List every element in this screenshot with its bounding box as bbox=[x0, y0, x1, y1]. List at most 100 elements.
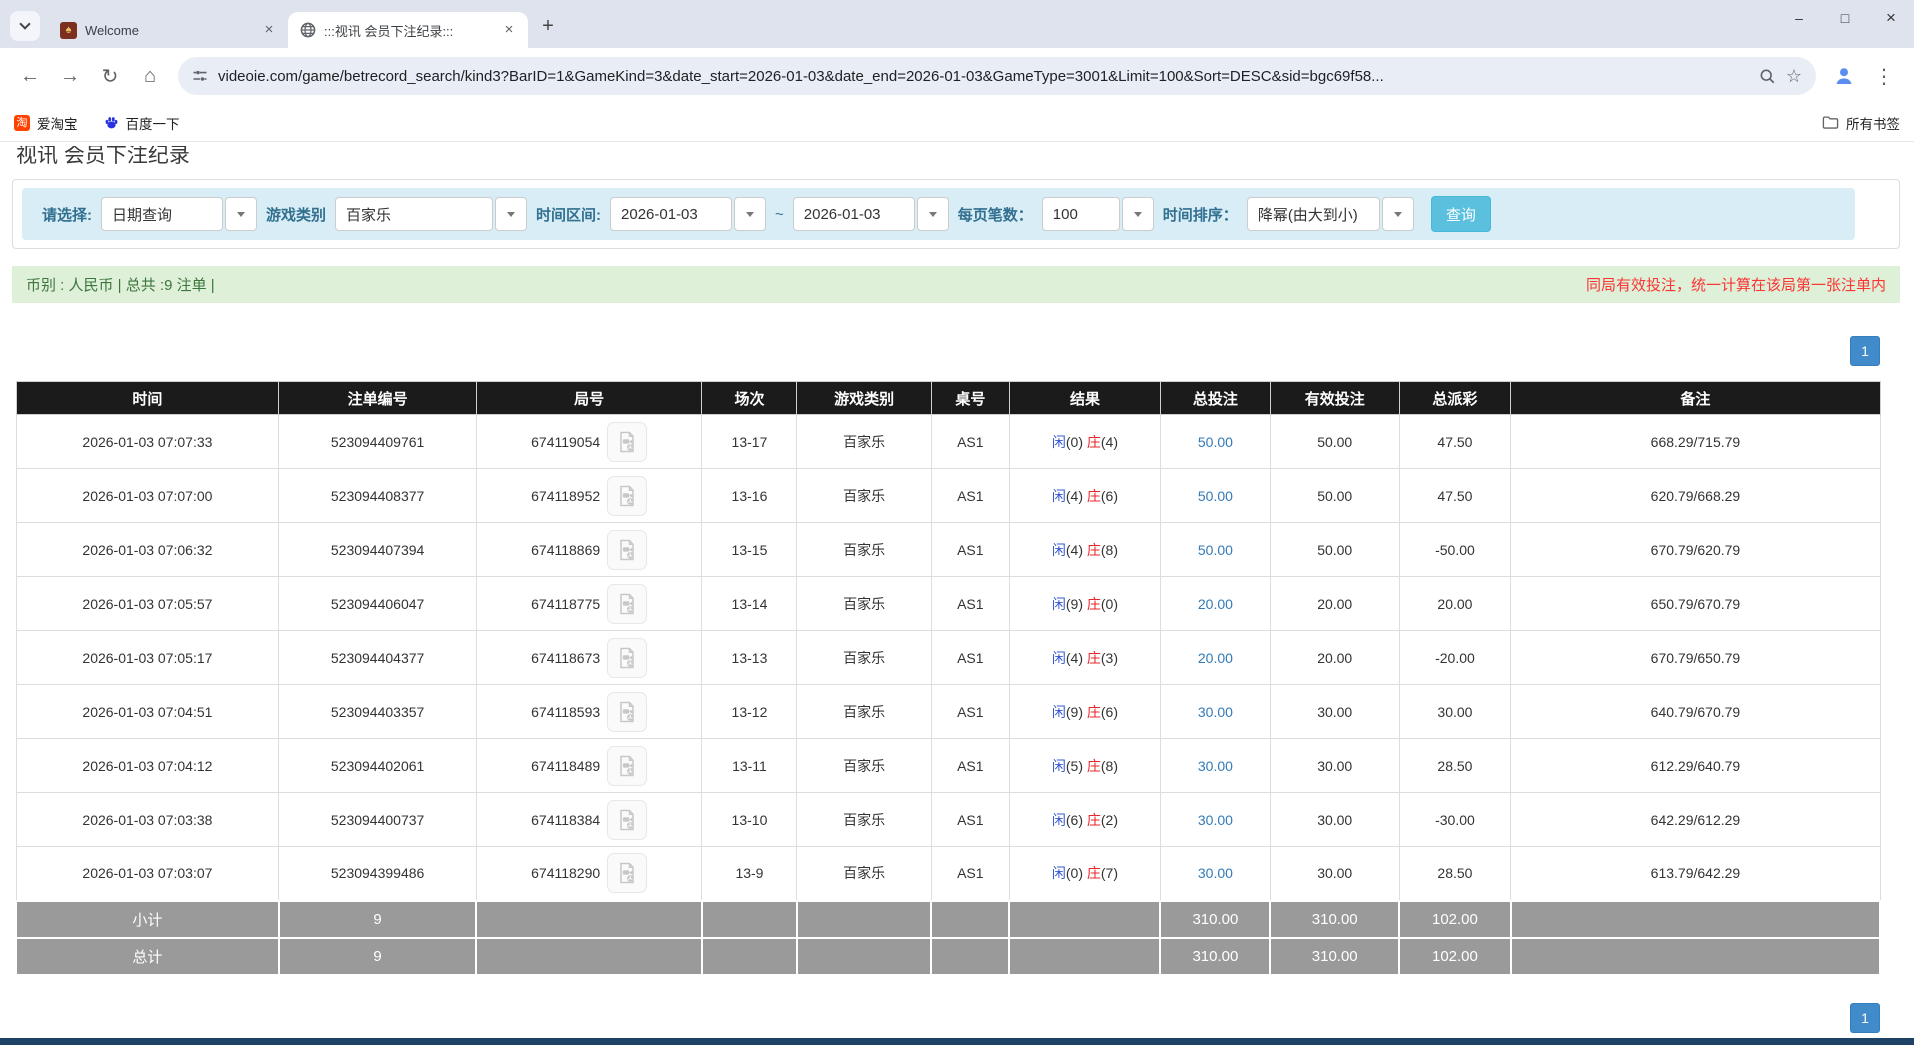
valid-bet-notice-text: 同局有效投注，统一计算在该局第一张注单内 bbox=[1586, 274, 1886, 295]
sort-input[interactable] bbox=[1247, 197, 1380, 231]
close-button[interactable]: × bbox=[1868, 0, 1914, 36]
cell-total-bet[interactable]: 50.00 bbox=[1160, 523, 1270, 577]
date-start-input[interactable] bbox=[610, 197, 732, 231]
zoom-icon[interactable] bbox=[1759, 68, 1776, 85]
all-bookmarks-button[interactable]: 所有书签 bbox=[1822, 113, 1900, 133]
select-type-dropdown-button[interactable] bbox=[225, 197, 257, 231]
cell-total-bet[interactable]: 20.00 bbox=[1160, 631, 1270, 685]
bookmark-label: 百度一下 bbox=[126, 113, 180, 133]
browser-toolbar: ← → ↻ ⌂ videoie.com/game/betrecord_searc… bbox=[0, 48, 1914, 104]
video-record-button[interactable] bbox=[607, 853, 647, 893]
date-start-combo bbox=[610, 197, 766, 231]
new-tab-button[interactable]: + bbox=[534, 12, 562, 40]
select-type-input[interactable] bbox=[101, 197, 223, 231]
url-text[interactable]: videoie.com/game/betrecord_search/kind3?… bbox=[218, 68, 1749, 85]
bookmark-label: 爱淘宝 bbox=[37, 113, 78, 133]
date-end-dropdown-button[interactable] bbox=[917, 197, 949, 231]
total-bet-link[interactable]: 30.00 bbox=[1198, 865, 1233, 881]
browser-tab-welcome[interactable]: ♠ Welcome × bbox=[48, 12, 288, 48]
subtotal-row-result bbox=[1009, 901, 1160, 938]
total-bet-link[interactable]: 30.00 bbox=[1198, 704, 1233, 720]
cell-game-kind: 百家乐 bbox=[797, 739, 931, 793]
total-bet-link[interactable]: 20.00 bbox=[1198, 596, 1233, 612]
table-row: 2026-01-03 07:07:33523094409761674119054… bbox=[16, 415, 1880, 469]
close-icon[interactable]: × bbox=[500, 21, 518, 39]
video-record-button[interactable] bbox=[607, 530, 647, 570]
video-file-icon bbox=[615, 484, 639, 508]
cell-bet-no: 523094404377 bbox=[279, 631, 477, 685]
video-record-button[interactable] bbox=[607, 746, 647, 786]
cell-note: 612.29/640.79 bbox=[1511, 739, 1880, 793]
browser-tab-betrecord[interactable]: :::视讯 会员下注纪录::: × bbox=[288, 12, 528, 48]
subtotal-row-game-kind bbox=[797, 901, 931, 938]
cell-total-bet[interactable]: 20.00 bbox=[1160, 577, 1270, 631]
page-size-dropdown-button[interactable] bbox=[1122, 197, 1154, 231]
grand-total-row-table-no bbox=[931, 938, 1009, 975]
cell-total-payout: 20.00 bbox=[1399, 577, 1511, 631]
cell-bet-no: 523094399486 bbox=[279, 847, 477, 901]
total-bet-link[interactable]: 20.00 bbox=[1198, 650, 1233, 666]
page-1-button[interactable]: 1 bbox=[1850, 336, 1880, 366]
video-record-button[interactable] bbox=[607, 692, 647, 732]
address-bar[interactable]: videoie.com/game/betrecord_search/kind3?… bbox=[178, 57, 1816, 95]
bookmark-item-taobao[interactable]: 淘 爱淘宝 bbox=[14, 113, 78, 133]
date-start-dropdown-button[interactable] bbox=[734, 197, 766, 231]
maximize-button[interactable]: □ bbox=[1822, 0, 1868, 36]
search-button[interactable]: 查询 bbox=[1431, 196, 1491, 232]
result-xian-label: 闲 bbox=[1052, 650, 1066, 666]
tab-search-button[interactable] bbox=[10, 11, 40, 41]
page-1-button[interactable]: 1 bbox=[1850, 1003, 1880, 1033]
cell-total-payout: -30.00 bbox=[1399, 793, 1511, 847]
cell-bet-no: 523094400737 bbox=[279, 793, 477, 847]
game-kind-input[interactable] bbox=[335, 197, 493, 231]
minimize-button[interactable]: – bbox=[1776, 0, 1822, 36]
page-size-input[interactable] bbox=[1042, 197, 1120, 231]
cell-total-bet[interactable]: 30.00 bbox=[1160, 739, 1270, 793]
cell-time: 2026-01-03 07:07:00 bbox=[16, 469, 279, 523]
video-record-button[interactable] bbox=[607, 476, 647, 516]
total-bet-link[interactable]: 30.00 bbox=[1198, 758, 1233, 774]
forward-button[interactable]: → bbox=[52, 58, 88, 94]
col-game-kind: 游戏类别 bbox=[797, 382, 931, 415]
cell-table-no: AS1 bbox=[931, 793, 1009, 847]
date-end-input[interactable] bbox=[793, 197, 915, 231]
close-icon[interactable]: × bbox=[260, 21, 278, 39]
cell-total-bet[interactable]: 30.00 bbox=[1160, 685, 1270, 739]
reload-button[interactable]: ↻ bbox=[92, 58, 128, 94]
summary-bar: 币别 : 人民币 | 总共 :9 注单 | 同局有效投注，统一计算在该局第一张注… bbox=[12, 266, 1900, 303]
bookmark-item-baidu[interactable]: 百度一下 bbox=[104, 113, 180, 133]
game-kind-dropdown-button[interactable] bbox=[495, 197, 527, 231]
total-bet-link[interactable]: 50.00 bbox=[1198, 542, 1233, 558]
profile-icon[interactable] bbox=[1826, 58, 1862, 94]
home-button[interactable]: ⌂ bbox=[132, 58, 168, 94]
cell-total-bet[interactable]: 50.00 bbox=[1160, 469, 1270, 523]
video-record-button[interactable] bbox=[607, 800, 647, 840]
chevron-down-icon bbox=[19, 18, 30, 29]
video-record-button[interactable] bbox=[607, 422, 647, 462]
baidu-paw-icon bbox=[104, 115, 119, 130]
cell-total-bet[interactable]: 50.00 bbox=[1160, 415, 1270, 469]
col-total-payout: 总派彩 bbox=[1399, 382, 1511, 415]
total-bet-link[interactable]: 50.00 bbox=[1198, 488, 1233, 504]
cell-total-payout: 28.50 bbox=[1399, 739, 1511, 793]
sort-dropdown-button[interactable] bbox=[1382, 197, 1414, 231]
cell-result: 闲(4) 庄(3) bbox=[1009, 631, 1160, 685]
cell-note: 613.79/642.29 bbox=[1511, 847, 1880, 901]
total-bet-link[interactable]: 50.00 bbox=[1198, 434, 1233, 450]
cell-total-payout: 28.50 bbox=[1399, 847, 1511, 901]
cell-result: 闲(9) 庄(0) bbox=[1009, 577, 1160, 631]
cell-valid-bet: 30.00 bbox=[1270, 685, 1399, 739]
video-record-button[interactable] bbox=[607, 584, 647, 624]
result-text: 闲(9) 庄(6) bbox=[1052, 704, 1118, 720]
cell-total-bet[interactable]: 30.00 bbox=[1160, 847, 1270, 901]
bookmark-star-icon[interactable]: ☆ bbox=[1786, 66, 1802, 87]
total-bet-link[interactable]: 30.00 bbox=[1198, 812, 1233, 828]
window-controls: – □ × bbox=[1776, 0, 1914, 36]
video-record-button[interactable] bbox=[607, 638, 647, 678]
cell-total-bet[interactable]: 30.00 bbox=[1160, 793, 1270, 847]
back-button[interactable]: ← bbox=[12, 58, 48, 94]
menu-icon[interactable]: ⋮ bbox=[1866, 58, 1902, 94]
caret-down-icon bbox=[237, 212, 245, 217]
tune-icon[interactable] bbox=[192, 68, 208, 84]
round-no-text: 674118869 bbox=[531, 542, 600, 558]
